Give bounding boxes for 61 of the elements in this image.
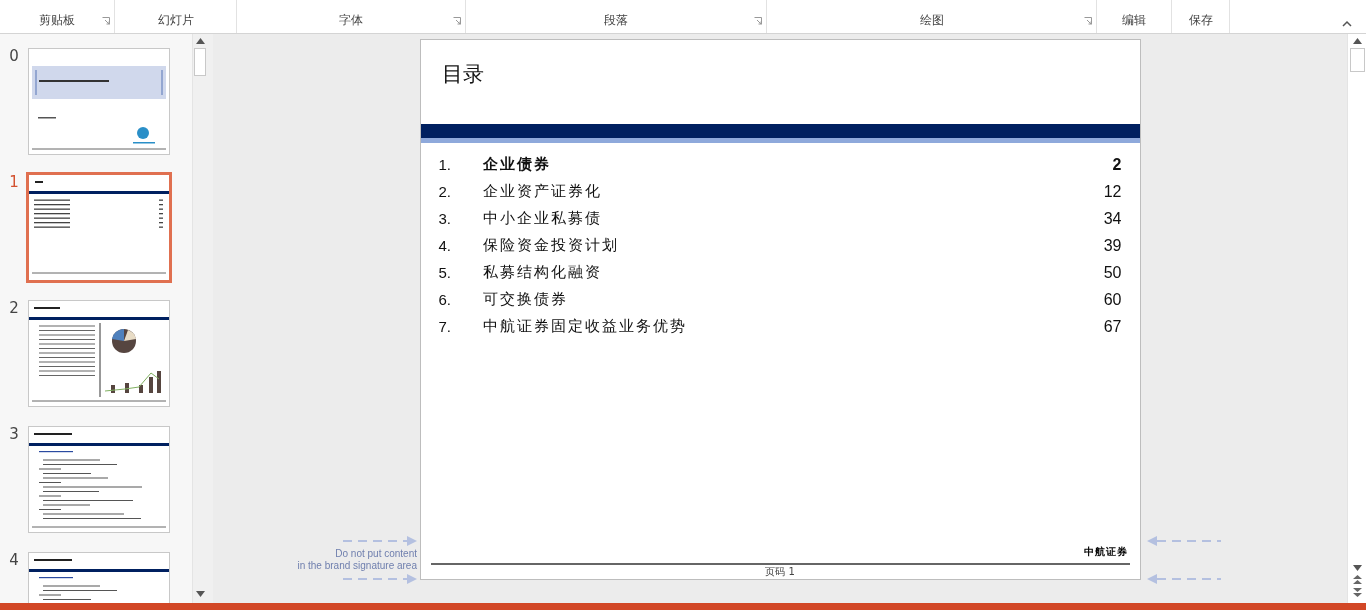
dialog-launcher-icon[interactable] bbox=[453, 17, 461, 25]
dashed-arrow-icon bbox=[1147, 574, 1221, 584]
toc-page-number: 34 bbox=[1103, 209, 1122, 228]
previous-slide-icon[interactable] bbox=[1352, 575, 1362, 584]
dashed-arrow-icon bbox=[343, 574, 417, 584]
footer-brand: 中航证券 bbox=[1083, 545, 1128, 559]
dashed-arrow-icon bbox=[1147, 536, 1221, 546]
scroll-up-icon[interactable] bbox=[195, 38, 205, 44]
signature-area-note: Do not put content bbox=[335, 548, 417, 560]
dashed-arrow-icon bbox=[343, 536, 417, 546]
slide-thumbnail[interactable] bbox=[28, 426, 170, 533]
slide-number: 3 bbox=[8, 426, 20, 442]
toc-page-number: 60 bbox=[1103, 290, 1122, 309]
toc-page-number: 67 bbox=[1103, 317, 1122, 336]
scroll-up-icon[interactable] bbox=[1352, 38, 1362, 44]
toc-number: 6. bbox=[438, 291, 452, 308]
next-slide-icon[interactable] bbox=[1352, 588, 1362, 597]
toc-entry: 可交换债券 bbox=[482, 290, 569, 309]
slide-thumbnail[interactable] bbox=[28, 300, 170, 407]
scroll-thumb[interactable] bbox=[1349, 48, 1365, 72]
toc-entry: 保险资金投资计划 bbox=[482, 236, 620, 255]
scroll-down-icon[interactable] bbox=[195, 591, 205, 597]
toc-number: 7. bbox=[438, 318, 452, 335]
scroll-down-icon[interactable] bbox=[1352, 565, 1362, 571]
slide-title: 目录 bbox=[440, 61, 485, 88]
slide-number: 2 bbox=[8, 300, 20, 316]
slide-scrollbar[interactable] bbox=[1347, 34, 1366, 603]
signature-area-note: in the brand signature area bbox=[297, 560, 417, 572]
toc-page-number: 12 bbox=[1103, 182, 1122, 201]
dialog-launcher-icon[interactable] bbox=[1084, 17, 1092, 25]
ribbon-group-label: 幻灯片 bbox=[157, 13, 194, 27]
slide-number: 0 bbox=[8, 48, 20, 64]
ribbon-group-label: 剪贴板 bbox=[39, 13, 75, 27]
thumbnail-scrollbar[interactable] bbox=[192, 34, 207, 603]
toc-number: 4. bbox=[438, 237, 452, 254]
slide-thumbnail[interactable] bbox=[26, 172, 172, 283]
ribbon-group-label: 保存 bbox=[1188, 13, 1213, 27]
slide-thumbnail[interactable] bbox=[28, 48, 170, 155]
toc-entry: 企业资产证券化 bbox=[482, 182, 603, 201]
ribbon-group-label: 编辑 bbox=[1122, 13, 1146, 27]
toc-entry: 私募结构化融资 bbox=[482, 263, 603, 282]
toc-entry: 中航证券固定收益业务优势 bbox=[482, 317, 688, 336]
slide-number: 4 bbox=[8, 552, 20, 568]
collapse-ribbon-icon[interactable] bbox=[1342, 20, 1352, 27]
toc-page-number: 39 bbox=[1103, 236, 1122, 255]
toc-entry: 中小企业私募债 bbox=[482, 209, 603, 228]
toc-page-number: 2 bbox=[1112, 155, 1122, 174]
toc-entry: 企业债券 bbox=[482, 155, 552, 174]
page-label: 页码 1 bbox=[764, 565, 796, 579]
scroll-thumb[interactable] bbox=[194, 48, 206, 76]
dialog-launcher-icon[interactable] bbox=[102, 17, 110, 25]
ribbon-group-label: 绘图 bbox=[919, 13, 944, 27]
ribbon-group-label: 字体 bbox=[339, 13, 363, 27]
dialog-launcher-icon[interactable] bbox=[754, 17, 762, 25]
toc-number: 3. bbox=[438, 210, 452, 227]
toc-number: 5. bbox=[438, 264, 452, 281]
toc-page-number: 50 bbox=[1103, 263, 1122, 282]
toc-number: 1. bbox=[438, 156, 452, 173]
toc-number: 2. bbox=[438, 183, 452, 200]
slide-number: 1 bbox=[8, 174, 20, 190]
ribbon-group-label: 段落 bbox=[604, 13, 628, 27]
